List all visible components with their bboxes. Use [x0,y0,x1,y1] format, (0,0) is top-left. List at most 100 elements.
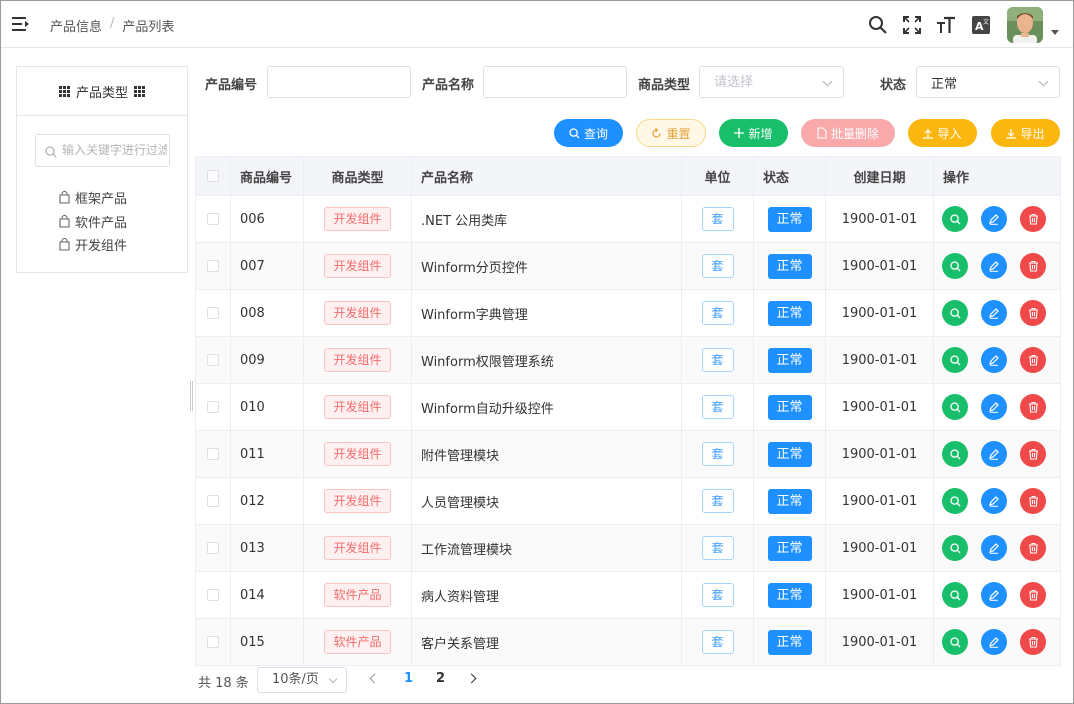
product-name-input[interactable] [484,67,626,97]
tree-item-dev-component[interactable]: 开发组件 [59,233,127,257]
table-row[interactable]: 009 开发组件 Winform权限管理系统套 正常 1900-01-01 [195,336,1061,384]
product-type-tag: 开发组件 [324,442,391,466]
table-row[interactable]: 008 开发组件 Winform字典管理套 正常 1900-01-01 [195,289,1061,337]
row-checkbox[interactable] [207,589,219,601]
filter-label-code: 产品编号 [205,78,258,93]
search-icon [45,146,57,158]
table-row[interactable]: 015 软件产品 客户关系管理套 正常 1900-01-01 [195,618,1061,666]
select-all-checkbox[interactable] [207,170,219,182]
view-button[interactable] [942,206,968,232]
edit-button[interactable] [981,441,1007,467]
delete-button[interactable] [1020,206,1046,232]
prev-page-button[interactable] [369,673,380,684]
row-checkbox[interactable] [207,495,219,507]
font-size-icon[interactable] [936,15,956,35]
view-button[interactable] [942,300,968,326]
table-row[interactable]: 007 开发组件 Winform分页控件套 正常 1900-01-01 [195,242,1061,290]
batch-delete-button[interactable]: 批量删除 [801,119,895,147]
edit-button[interactable] [981,582,1007,608]
edit-button[interactable] [981,629,1007,655]
product-type-cell: 软件产品 [303,618,412,666]
user-avatar[interactable] [1007,7,1043,43]
table-row[interactable]: 011 开发组件 附件管理模块套 正常 1900-01-01 [195,430,1061,478]
delete-button[interactable] [1020,300,1046,326]
add-button[interactable]: 新增 [719,119,788,147]
page-2-button[interactable]: 2 [436,671,445,686]
row-select-cell [195,242,231,290]
view-button[interactable] [942,394,968,420]
export-button-label: 导出 [1020,126,1045,141]
edit-button[interactable] [981,253,1007,279]
row-checkbox[interactable] [207,354,219,366]
delete-button[interactable] [1020,629,1046,655]
trash-icon [1028,213,1038,225]
delete-button[interactable] [1020,582,1046,608]
tree-filter-input[interactable] [62,143,167,157]
unit-cell: 套 [681,289,754,337]
view-button[interactable] [942,347,968,373]
query-button[interactable]: 查询 [554,119,623,147]
status-cell: 正常 [753,242,826,290]
delete-button[interactable] [1020,253,1046,279]
edit-button[interactable] [981,300,1007,326]
edit-button[interactable] [981,488,1007,514]
row-checkbox[interactable] [207,260,219,272]
row-checkbox[interactable] [207,213,219,225]
panel-resize-handle[interactable] [190,381,193,411]
product-code-input[interactable] [268,67,410,97]
search-icon[interactable] [868,15,888,35]
product-type-select-input[interactable] [700,67,843,97]
view-button[interactable] [942,253,968,279]
delete-button[interactable] [1020,394,1046,420]
fullscreen-icon[interactable] [902,15,922,35]
import-button[interactable]: 导入 [908,119,977,147]
next-page-button[interactable] [466,673,477,684]
query-button-label: 查询 [583,126,608,141]
status-select[interactable] [916,66,1060,98]
page-size-select[interactable]: 10条/页 [257,667,347,693]
edit-button[interactable] [981,535,1007,561]
table-row[interactable]: 010 开发组件 Winform自动升级控件套 正常 1900-01-01 [195,383,1061,431]
export-button[interactable]: 导出 [991,119,1060,147]
row-checkbox[interactable] [207,542,219,554]
delete-button[interactable] [1020,441,1046,467]
reset-button[interactable]: 重置 [636,119,706,147]
table-row[interactable]: 013 开发组件 工作流管理模块套 正常 1900-01-01 [195,524,1061,572]
plus-icon [734,128,745,138]
grid-icon [134,85,145,97]
view-button[interactable] [942,488,968,514]
menu-toggle-icon[interactable] [12,16,30,32]
operations-cell [933,571,1061,619]
translate-icon[interactable]: A 文 [971,15,991,35]
product-type-select[interactable] [699,66,844,98]
row-checkbox[interactable] [207,401,219,413]
view-button[interactable] [942,629,968,655]
breadcrumb-item-product-info[interactable]: 产品信息 [50,16,102,35]
delete-button[interactable] [1020,347,1046,373]
table-row[interactable]: 006 开发组件 .NET 公用类库套 正常 1900-01-01 [195,195,1061,243]
table-row[interactable]: 012 开发组件 人员管理模块套 正常 1900-01-01 [195,477,1061,525]
view-button[interactable] [942,535,968,561]
edit-button[interactable] [981,394,1007,420]
row-checkbox[interactable] [207,307,219,319]
user-menu-caret-icon[interactable] [1051,30,1059,35]
add-button-label: 新增 [748,126,773,141]
page-1-button[interactable]: 1 [404,671,413,686]
tree-item-software[interactable]: 软件产品 [59,210,127,234]
unit-tag: 套 [701,630,734,654]
row-checkbox[interactable] [207,448,219,460]
tree-item-framework[interactable]: 框架产品 [59,186,127,210]
view-button[interactable] [942,441,968,467]
edit-button[interactable] [981,347,1007,373]
delete-button[interactable] [1020,488,1046,514]
status-badge: 正常 [767,582,812,608]
unit-tag: 套 [701,583,734,607]
edit-button[interactable] [981,206,1007,232]
status-select-input[interactable] [917,67,1059,97]
product-name-cell: Winform分页控件 [411,242,682,290]
delete-button[interactable] [1020,535,1046,561]
view-button[interactable] [942,582,968,608]
row-checkbox[interactable] [207,636,219,648]
import-button-label: 导入 [937,126,962,141]
table-row[interactable]: 014 软件产品 病人资料管理套 正常 1900-01-01 [195,571,1061,619]
